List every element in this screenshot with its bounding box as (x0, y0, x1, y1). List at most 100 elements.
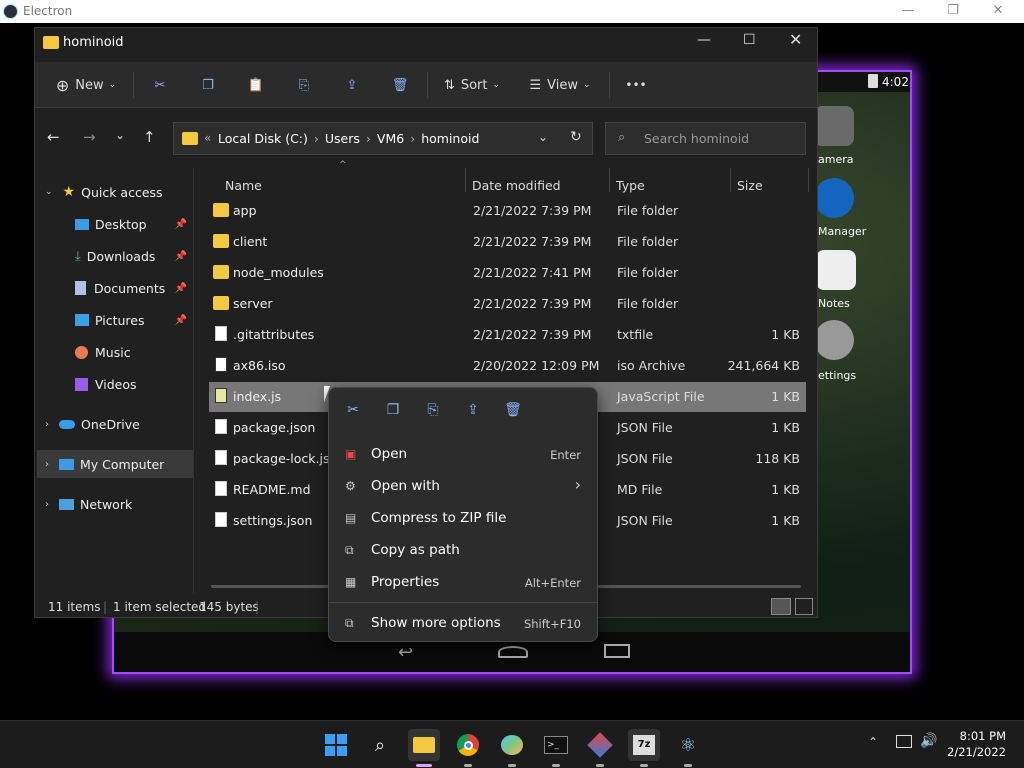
sort-button[interactable]: ⇅ Sort ⌄ (439, 70, 505, 100)
file-date: 2/21/2022 7:39 PM (473, 203, 592, 218)
pin-icon: 📌 (174, 314, 187, 326)
chevron-right-icon: › (574, 475, 581, 494)
file-row[interactable]: server 2/21/2022 7:39 PM File folder (209, 289, 806, 319)
breadcrumb-hominoid[interactable]: hominoid (421, 131, 479, 146)
column-header-date[interactable]: Date modified (472, 178, 561, 193)
app-label-notes: Notes (818, 297, 850, 310)
cut-icon[interactable]: ✂ (343, 402, 363, 422)
new-button[interactable]: ⊕ New ⌄ (51, 70, 121, 100)
context-item-copy-path[interactable]: ⧉ Copy as path (333, 536, 595, 566)
file-name: node_modules (233, 265, 324, 280)
delete-icon[interactable]: 🗑 (503, 402, 523, 422)
7zip-icon[interactable]: 7z (628, 729, 660, 761)
search-input[interactable]: Search hominoid (644, 131, 749, 146)
search-box[interactable]: ⌕ Search hominoid (605, 122, 806, 155)
context-item-properties[interactable]: ▦ Properties Alt+Enter (333, 568, 595, 598)
up-arrow-icon[interactable]: ↑ (143, 128, 156, 146)
context-menu: ✂ ❐ ⎘ ⇪ 🗑 ▣ Open Enter ⚙ Open with › ▤ C… (328, 387, 598, 642)
file-row[interactable]: node_modules 2/21/2022 7:41 PM File folder (209, 258, 806, 288)
rename-icon[interactable]: ⎘ (423, 402, 443, 422)
breadcrumb-local-disk[interactable]: Local Disk (C:) (218, 131, 308, 146)
file-explorer-icon[interactable] (408, 729, 440, 761)
file-row[interactable]: ax86.iso 2/20/2022 12:09 PM iso Archive 241… (209, 351, 806, 381)
start-icon[interactable] (320, 729, 352, 761)
tiles-view-icon[interactable] (795, 598, 813, 615)
paint-icon[interactable] (496, 729, 528, 761)
file-row[interactable]: app 2/21/2022 7:39 PM File folder (209, 196, 806, 226)
chevron-up-icon[interactable]: ⌃ (868, 735, 878, 749)
file-name: app (233, 203, 257, 218)
context-item-show-more[interactable]: ⧉ Show more options Shift+F10 (333, 609, 595, 639)
settings-icon[interactable] (814, 320, 854, 360)
terminal-icon[interactable]: >_ (540, 729, 572, 761)
file-date: 2/21/2022 7:39 PM (473, 234, 592, 249)
paste-icon[interactable]: 📋 (243, 70, 269, 100)
address-bar[interactable]: « Local Disk (C:) › Users › VM6 › homino… (173, 122, 593, 155)
file-row[interactable]: client 2/21/2022 7:39 PM File folder (209, 227, 806, 257)
clock-date[interactable]: 2/21/2022 (946, 745, 1006, 759)
share-icon[interactable]: ⇪ (463, 402, 483, 422)
file-size: 1 KB (771, 327, 800, 342)
column-header-type[interactable]: Type (616, 178, 645, 193)
git-icon[interactable] (584, 729, 616, 761)
copy-icon[interactable]: ❐ (195, 70, 221, 100)
close-icon[interactable]: ✕ (789, 30, 802, 49)
view-button[interactable]: ☰ View ⌄ (527, 70, 593, 100)
file-row[interactable]: .gitattributes 2/21/2022 7:39 PM txtfile 1 … (209, 320, 806, 350)
more-options-button[interactable]: ••• (621, 70, 651, 100)
close-icon[interactable]: ✕ (983, 2, 1013, 20)
file-type: File folder (617, 234, 679, 249)
nav-item-my-computer[interactable]: › My Computer (37, 450, 193, 478)
search-icon[interactable]: ⌕ (364, 729, 396, 761)
rename-icon[interactable]: ⎘ (291, 70, 317, 100)
nav-item-music[interactable]: Music (35, 338, 191, 366)
network-icon[interactable] (896, 735, 912, 748)
nav-item-pictures[interactable]: Pictures 📌 (35, 306, 191, 334)
column-header-name[interactable]: Name (225, 178, 262, 193)
camera-icon[interactable] (814, 106, 854, 146)
minimize-icon[interactable]: — (697, 32, 711, 48)
notes-icon[interactable] (816, 250, 856, 290)
nav-item-onedrive[interactable]: › OneDrive (35, 410, 191, 438)
chrome-icon[interactable] (452, 729, 484, 761)
electron-window-title: Electron (23, 4, 73, 18)
refresh-icon[interactable]: ↻ (570, 129, 582, 145)
recent-locations-icon[interactable]: ⌄ (115, 128, 125, 142)
file-icon (215, 481, 227, 496)
clock-time[interactable]: 8:01 PM (956, 729, 1006, 743)
context-item-open-with[interactable]: ⚙ Open with › (333, 472, 595, 502)
volume-icon[interactable]: 🔊 (920, 733, 937, 749)
context-item-compress[interactable]: ▤ Compress to ZIP file (333, 504, 595, 534)
chevron-down-icon[interactable]: ⌄ (538, 130, 548, 144)
nav-item-quick-access[interactable]: ⌄ ★ Quick access (35, 178, 191, 206)
file-icon (215, 326, 227, 341)
nav-item-documents[interactable]: Documents 📌 (35, 274, 191, 302)
nav-item-downloads[interactable]: ⤓ Downloads 📌 (35, 242, 191, 270)
file-name: settings.json (233, 513, 313, 528)
nav-item-videos[interactable]: Videos (35, 370, 191, 398)
home-icon[interactable] (498, 646, 528, 658)
context-item-open[interactable]: ▣ Open Enter (333, 440, 595, 470)
sort-icon: ⇅ (443, 77, 455, 93)
forward-arrow-icon[interactable]: → (83, 128, 96, 146)
window-title: hominoid (63, 35, 124, 50)
copy-icon[interactable]: ❐ (383, 402, 403, 422)
electron-icon[interactable]: ⚛ (672, 729, 704, 761)
maximize-icon[interactable]: ❐ (938, 2, 968, 20)
delete-icon[interactable]: 🗑 (387, 70, 413, 100)
back-icon[interactable]: ↩ (398, 642, 413, 663)
nav-item-network[interactable]: › Network (35, 490, 191, 518)
maximize-icon[interactable]: ☐ (743, 32, 756, 48)
search-icon: ⌕ (618, 130, 626, 145)
details-view-icon[interactable] (771, 598, 791, 615)
minimize-icon[interactable]: — (893, 2, 923, 20)
nav-item-desktop[interactable]: Desktop 📌 (35, 210, 191, 238)
column-header-size[interactable]: Size (737, 178, 763, 193)
back-arrow-icon[interactable]: ← (47, 128, 60, 146)
recents-icon[interactable] (604, 644, 630, 658)
manager-icon[interactable] (814, 178, 854, 218)
breadcrumb-vm6[interactable]: VM6 (377, 131, 404, 146)
breadcrumb-users[interactable]: Users (325, 131, 360, 146)
cut-icon[interactable]: ✂ (147, 70, 173, 100)
share-icon[interactable]: ⇪ (339, 70, 365, 100)
